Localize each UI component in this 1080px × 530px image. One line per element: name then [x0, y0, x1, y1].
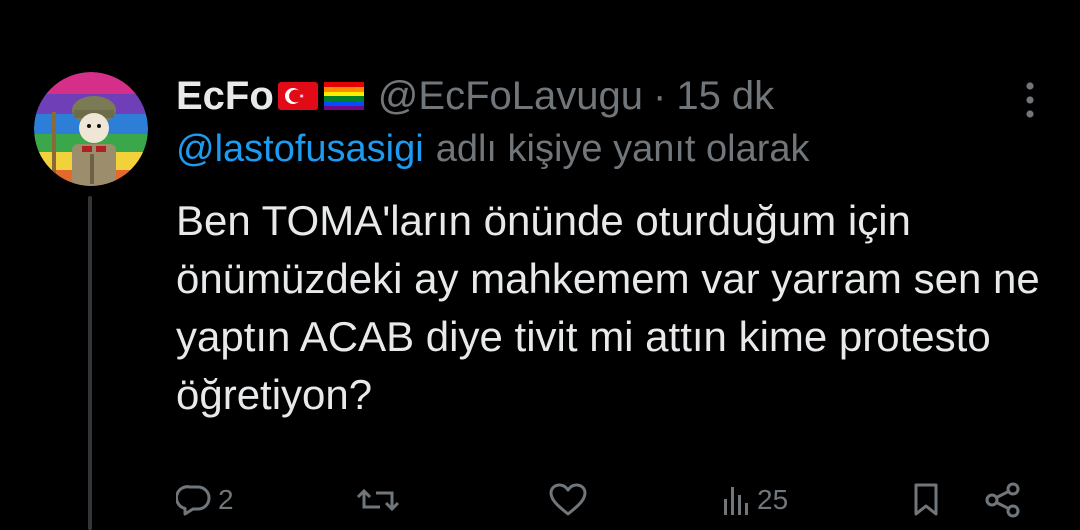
display-name[interactable]: EcFo	[176, 70, 274, 122]
views-chart-icon	[724, 487, 748, 515]
reply-context: @lastofusasigi adlı kişiye yanıt olarak	[176, 124, 1056, 174]
retweet-button[interactable]	[356, 470, 406, 530]
tweet-text: Ben TOMA'ların önünde oturduğum için önü…	[176, 197, 1040, 418]
more-vertical-icon	[1026, 82, 1034, 118]
tweet-content: EcFo @EcFoLavugu · 15 dk @lastofusasigi …	[176, 70, 1056, 424]
avatar-image	[34, 72, 148, 186]
user-handle[interactable]: @EcFoLavugu	[378, 70, 643, 122]
separator-dot: ·	[653, 74, 667, 118]
name-emojis	[277, 82, 364, 110]
tweet-actions: 2 25	[176, 470, 1036, 530]
avatar[interactable]	[34, 72, 148, 186]
retweet-icon	[356, 488, 400, 512]
bookmark-button[interactable]	[911, 470, 941, 530]
reply-mention-link[interactable]: @lastofusasigi	[176, 128, 424, 170]
previous-tweet-fragment	[200, 0, 270, 4]
share-icon	[985, 482, 1020, 518]
more-options-button[interactable]	[1008, 78, 1052, 122]
reply-context-text: adlı kişiye yanıt olarak	[435, 128, 810, 170]
reply-button[interactable]: 2	[176, 470, 234, 530]
tweet-header: EcFo @EcFoLavugu · 15 dk	[176, 70, 1056, 122]
thread-line	[88, 196, 92, 530]
rainbow-flag-icon	[323, 82, 364, 110]
heart-icon	[549, 483, 587, 516]
views-button[interactable]: 25	[721, 470, 788, 530]
reply-icon	[176, 485, 211, 516]
turkey-flag-icon	[277, 82, 318, 110]
bookmark-icon	[914, 483, 938, 516]
reply-count: 2	[218, 484, 234, 515]
share-button[interactable]	[984, 470, 1022, 530]
like-button[interactable]	[548, 470, 594, 530]
view-count: 25	[757, 484, 789, 515]
tweet-time[interactable]: 15 dk	[676, 70, 774, 122]
